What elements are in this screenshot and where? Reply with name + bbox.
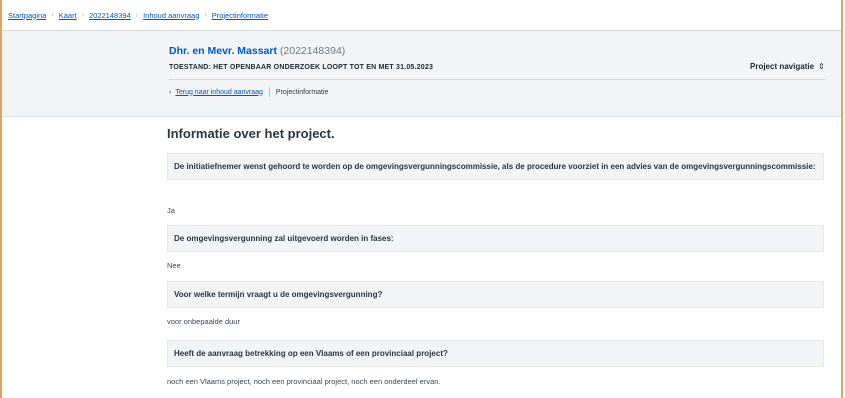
question-text: De initiatiefnemer wenst gehoord te word… (174, 162, 816, 171)
project-navigation-button[interactable]: Project navigatie ⇕ (750, 62, 825, 71)
answer-text: Ja (167, 206, 175, 215)
breadcrumb-separator-icon: › (135, 11, 139, 19)
question-text: De omgevingsvergunning zal uitgevoerd wo… (174, 234, 394, 243)
breadcrumb-projectinformatie[interactable]: Projectinformatie (212, 11, 268, 20)
back-to-inhoud-link[interactable]: Terug naar inhoud aanvraag (175, 89, 263, 96)
question-text: Voor welke termijn vraagt u de omgevings… (174, 290, 383, 299)
breadcrumb-dossier-number[interactable]: 2022148394 (89, 11, 131, 20)
question-box: Heeft de aanvraag betrekking op een Vlaa… (167, 340, 824, 367)
breadcrumb-separator-icon: › (51, 11, 54, 19)
chevron-updown-icon: ⇕ (818, 62, 825, 71)
applicant-title: Dhr. en Mevr. Massart (2022148394) (169, 45, 345, 57)
breadcrumb-inhoud-aanvraag[interactable]: Inhoud aanvraag (143, 11, 199, 20)
dossier-number: (2022148394) (279, 45, 346, 57)
breadcrumb-kaart[interactable]: Kaart (59, 11, 77, 20)
breadcrumb-separator-icon: › (204, 11, 207, 19)
status-text: TOESTAND: HET OPENBAAR ONDERZOEK LOOPT T… (169, 64, 434, 71)
breadcrumb: Startpagina › Kaart › 2022148394 › Inhou… (2, 0, 841, 31)
question-text: Heeft de aanvraag betrekking op een Vlaa… (174, 349, 448, 358)
breadcrumb-startpagina[interactable]: Startpagina (8, 11, 46, 20)
project-header: Dhr. en Mevr. Massart (2022148394) TOEST… (2, 31, 841, 117)
question-box: Voor welke termijn vraagt u de omgevings… (167, 281, 824, 308)
divider (268, 87, 270, 97)
project-navigation-label: Project navigatie (750, 62, 815, 71)
question-box: De omgevingsvergunning zal uitgevoerd wo… (167, 225, 824, 252)
chevron-left-icon: ‹ (169, 88, 172, 96)
answer-text: noch een Vlaams project, noch een provin… (167, 377, 441, 386)
breadcrumb-separator-icon: › (81, 11, 84, 19)
answer-text: Nee (167, 261, 181, 270)
back-navigation: ‹ Terug naar inhoud aanvraag Projectinfo… (169, 87, 328, 97)
header-divider (169, 79, 826, 80)
applicant-name: Dhr. en Mevr. Massart (169, 45, 277, 57)
page-title: Informatie over het project. (167, 126, 335, 141)
question-box: De initiatiefnemer wenst gehoord te word… (167, 153, 824, 180)
answer-text: voor onbepaalde duur (167, 317, 240, 326)
current-page-label: Projectinformatie (275, 88, 329, 96)
